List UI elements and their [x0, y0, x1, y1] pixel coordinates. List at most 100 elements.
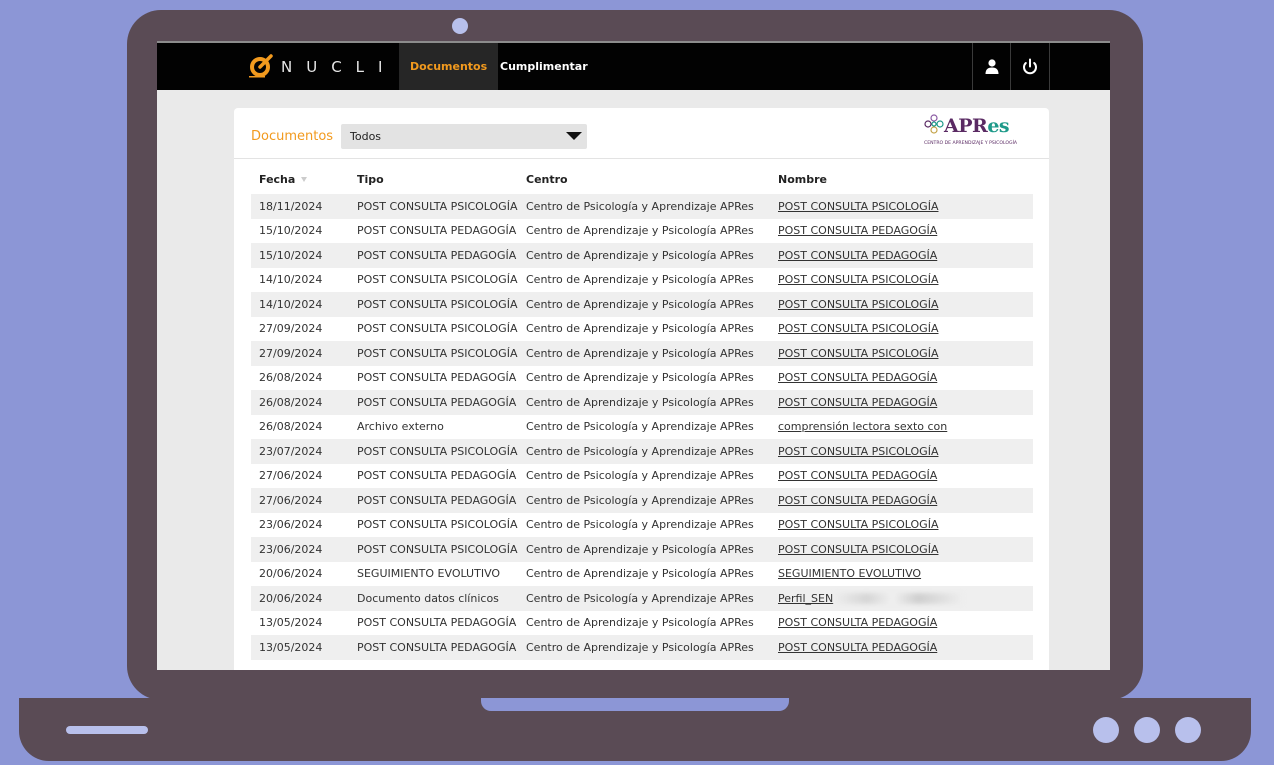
- cell-tipo: POST CONSULTA PSICOLOGÍA: [357, 273, 518, 287]
- cell-fecha: 23/06/2024: [259, 518, 323, 532]
- select-value: Todos: [350, 130, 382, 143]
- laptop-dot: [1134, 717, 1160, 743]
- logout-button[interactable]: [1010, 43, 1050, 90]
- cell-tipo: POST CONSULTA PEDAGOGÍA: [357, 371, 517, 385]
- cell-nombre: POST CONSULTA PEDAGOGÍA: [770, 488, 1033, 513]
- document-link[interactable]: POST CONSULTA PSICOLOGÍA: [778, 298, 938, 311]
- document-link[interactable]: POST CONSULTA PEDAGOGÍA: [778, 396, 937, 409]
- user-button[interactable]: [972, 43, 1011, 90]
- cell-centro: Centro de Psicología y Aprendizaje APRes: [518, 586, 770, 611]
- col-header-nombre: Nombre: [778, 172, 827, 186]
- document-link[interactable]: POST CONSULTA PSICOLOGÍA: [778, 347, 938, 360]
- cell-tipo: Archivo externo: [357, 420, 444, 434]
- cell-centro: Centro de Psicología y Aprendizaje APRes: [526, 518, 754, 532]
- table-row: 27/06/2024 POST CONSULTA PEDAGOGÍA Centro …: [251, 464, 1033, 489]
- table-row: 14/10/2024 POST CONSULTA PSICOLOGÍA Centro…: [251, 268, 1033, 293]
- cell-nombre: POST CONSULTA PSICOLOGÍA: [770, 341, 1033, 366]
- cell-centro: Centro de Aprendizaje y Psicología APRes: [518, 341, 770, 366]
- cell-tipo: POST CONSULTA PEDAGOGÍA: [349, 635, 518, 660]
- cell-fecha: 15/10/2024: [251, 243, 349, 268]
- document-link[interactable]: POST CONSULTA PSICOLOGÍA: [778, 518, 938, 531]
- cell-tipo: POST CONSULTA PEDAGOGÍA: [357, 224, 517, 238]
- section-title: Documentos: [251, 129, 334, 144]
- cell-fecha: 20/06/2024: [251, 586, 349, 611]
- cell-tipo: POST CONSULTA PSICOLOGÍA: [357, 518, 518, 532]
- cell-fecha: 14/10/2024: [259, 273, 323, 287]
- documents-table: Fecha Tipo Centro Nombre 18/11/2024 POST …: [251, 164, 1033, 660]
- navbar: NUCLI Documentos Cumplimentar: [157, 41, 1110, 90]
- cell-nombre: SEGUIMIENTO EVOLUTIVO: [770, 562, 1033, 587]
- document-link[interactable]: POST CONSULTA PEDAGOGÍA: [778, 641, 937, 654]
- table-row: 26/08/2024 POST CONSULTA PEDAGOGÍA Centro …: [251, 390, 1033, 415]
- document-link[interactable]: POST CONSULTA PEDAGOGÍA: [778, 469, 937, 482]
- col-header-fecha[interactable]: Fecha: [251, 164, 349, 194]
- type-filter-select[interactable]: Todos: [341, 124, 587, 149]
- laptop-slot: [66, 726, 148, 734]
- cell-tipo: POST CONSULTA PSICOLOGÍA: [349, 341, 518, 366]
- table-row: 13/05/2024 POST CONSULTA PEDAGOGÍA Centro …: [251, 611, 1033, 636]
- cell-tipo: POST CONSULTA PEDAGOGÍA: [349, 243, 518, 268]
- cell-nombre: POST CONSULTA PSICOLOGÍA: [770, 292, 1033, 317]
- cell-nombre: comprensión lectora sexto con: [770, 415, 1033, 440]
- brand-name: APRes: [944, 115, 1010, 137]
- document-link[interactable]: SEGUIMIENTO EVOLUTIVO: [778, 567, 921, 580]
- table-row: 14/10/2024 POST CONSULTA PSICOLOGÍA Centro…: [251, 292, 1033, 317]
- cell-tipo: POST CONSULTA PSICOLOGÍA: [357, 322, 518, 336]
- cell-tipo: POST CONSULTA PSICOLOGÍA: [349, 194, 518, 219]
- tab-documentos[interactable]: Documentos: [399, 43, 499, 90]
- cell-tipo: Documento datos clínicos: [349, 586, 518, 611]
- document-link[interactable]: POST CONSULTA PEDAGOGÍA: [778, 494, 937, 507]
- cell-nombre: POST CONSULTA PEDAGOGÍA: [770, 390, 1033, 415]
- document-link[interactable]: Perfil_SEN: [778, 592, 833, 605]
- table-row: 15/10/2024 POST CONSULTA PEDAGOGÍA Centro …: [251, 243, 1033, 268]
- apres-logo: APRes CENTRO DE APRENDIZAJE Y PSICOLOGÍA: [924, 114, 1017, 152]
- cell-nombre: POST CONSULTA PSICOLOGÍA: [770, 537, 1033, 562]
- document-link[interactable]: POST CONSULTA PEDAGOGÍA: [778, 224, 937, 237]
- cell-nombre: POST CONSULTA PEDAGOGÍA: [770, 243, 1033, 268]
- cell-fecha: 26/08/2024: [251, 390, 349, 415]
- cell-nombre: POST CONSULTA PEDAGOGÍA: [770, 611, 1033, 636]
- cell-centro: Centro de Aprendizaje y Psicología APRes: [518, 243, 770, 268]
- cell-tipo: POST CONSULTA PEDAGOGÍA: [349, 390, 518, 415]
- cell-tipo: POST CONSULTA PEDAGOGÍA: [349, 488, 518, 513]
- cell-centro: Centro de Aprendizaje y Psicología APRes: [526, 322, 754, 336]
- table-row: 20/06/2024 Documento datos clínicos Centro…: [251, 586, 1033, 611]
- cell-fecha: 20/06/2024: [259, 567, 323, 581]
- document-link[interactable]: POST CONSULTA PEDAGOGÍA: [778, 616, 937, 629]
- document-link[interactable]: comprensión lectora sexto con: [778, 420, 947, 433]
- document-link[interactable]: POST CONSULTA PEDAGOGÍA: [778, 371, 937, 384]
- cell-centro: Centro de Aprendizaje y Psicología APRes: [526, 273, 754, 287]
- col-header-tipo: Tipo: [357, 172, 384, 186]
- table-header-row: Fecha Tipo Centro Nombre: [251, 164, 1033, 194]
- tab-cumplimentar[interactable]: Cumplimentar: [489, 43, 599, 90]
- documents-card: Documentos Todos APRes CENTRO DE APRENDI…: [234, 108, 1049, 670]
- document-link[interactable]: POST CONSULTA PSICOLOGÍA: [778, 200, 938, 213]
- cell-centro: Centro de Aprendizaje y Psicología APRes: [526, 616, 754, 630]
- chevron-down-icon: [566, 132, 582, 140]
- document-link[interactable]: POST CONSULTA PSICOLOGÍA: [778, 543, 938, 556]
- cell-nombre: POST CONSULTA PSICOLOGÍA: [770, 194, 1033, 219]
- redacted-text: [835, 593, 964, 605]
- cell-centro: Centro de Psicología y Aprendizaje APRes: [518, 194, 770, 219]
- screen: NUCLI Documentos Cumplimentar Documentos…: [157, 41, 1110, 670]
- cell-tipo: POST CONSULTA PSICOLOGÍA: [349, 537, 518, 562]
- card-header: Documentos Todos APRes CENTRO DE APRENDI…: [234, 108, 1049, 159]
- document-link[interactable]: POST CONSULTA PSICOLOGÍA: [778, 273, 938, 286]
- cell-centro: Centro de Aprendizaje y Psicología APRes: [518, 292, 770, 317]
- cell-centro: Centro de Psicología y Aprendizaje APRes: [518, 488, 770, 513]
- user-icon: [985, 59, 999, 74]
- cell-centro: Centro de Psicología y Aprendizaje APRes: [526, 420, 754, 434]
- cell-nombre: Perfil_SEN: [770, 586, 1033, 611]
- cell-centro: Centro de Aprendizaje y Psicología APRes: [518, 537, 770, 562]
- document-link[interactable]: POST CONSULTA PSICOLOGÍA: [778, 322, 938, 335]
- document-link[interactable]: POST CONSULTA PSICOLOGÍA: [778, 445, 938, 458]
- cell-nombre: POST CONSULTA PSICOLOGÍA: [770, 268, 1033, 293]
- cell-nombre: POST CONSULTA PEDAGOGÍA: [770, 366, 1033, 391]
- sort-icon: [301, 177, 308, 182]
- table-row: 26/08/2024 Archivo externo Centro de Psico…: [251, 415, 1033, 440]
- cell-nombre: POST CONSULTA PEDAGOGÍA: [770, 635, 1033, 660]
- cell-centro: Centro de Psicología y Aprendizaje APRes: [526, 469, 754, 483]
- cell-centro: Centro de Aprendizaje y Psicología APRes: [526, 224, 754, 238]
- cell-tipo: POST CONSULTA PSICOLOGÍA: [349, 292, 518, 317]
- document-link[interactable]: POST CONSULTA PEDAGOGÍA: [778, 249, 937, 262]
